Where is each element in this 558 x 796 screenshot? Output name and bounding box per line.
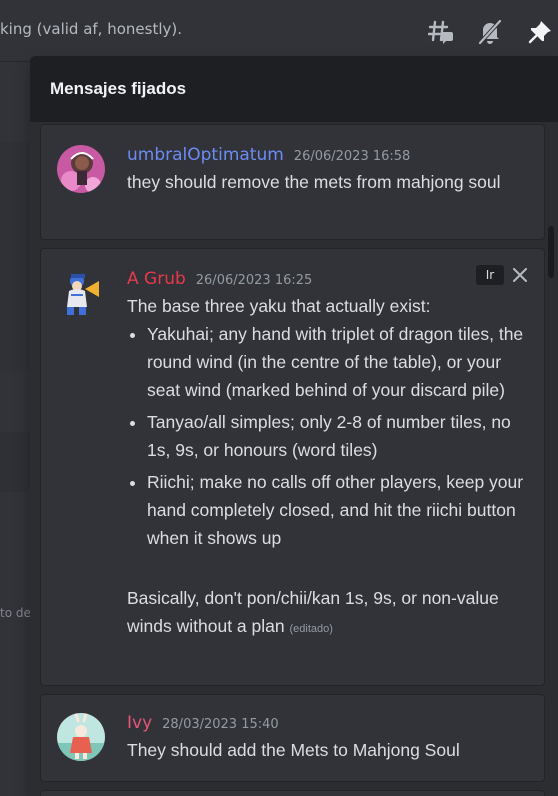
author-name[interactable]: umbralOptimatum bbox=[127, 145, 284, 165]
avatar[interactable] bbox=[57, 713, 105, 761]
pinned-message[interactable]: A Grub 26/06/2023 16:25 Ir The base thre… bbox=[40, 248, 545, 686]
background-message-highlight bbox=[0, 432, 30, 492]
message-content: The base three yaku that actually exist:… bbox=[127, 292, 526, 643]
popout-header: Mensajes fijados bbox=[30, 56, 558, 122]
list-item: Riichi; make no calls off other players,… bbox=[147, 468, 526, 552]
pinned-list[interactable]: umbralOptimatum 26/06/2023 16:58 they sh… bbox=[30, 122, 558, 796]
list-item: Tanyao/all simples; only 2-8 of number t… bbox=[147, 408, 526, 464]
avatar[interactable] bbox=[57, 269, 105, 317]
author-name[interactable]: Ivy bbox=[127, 713, 152, 733]
message-header: umbralOptimatum 26/06/2023 16:58 bbox=[127, 145, 410, 165]
message-content: they should remove the mets from mahjong… bbox=[127, 172, 501, 192]
message-header: A Grub 26/06/2023 16:25 bbox=[127, 269, 312, 289]
timestamp: 28/03/2023 15:40 bbox=[162, 717, 279, 732]
scrollbar-thumb[interactable] bbox=[548, 226, 554, 278]
threads-icon[interactable] bbox=[427, 18, 455, 46]
pinned-message[interactable]: Ivy 28/03/2023 15:40 They should add the… bbox=[40, 694, 545, 782]
timestamp: 26/06/2023 16:25 bbox=[195, 273, 313, 288]
message-header: Ivy 28/03/2023 15:40 bbox=[127, 713, 279, 733]
message-intro: The base three yaku that actually exist: bbox=[127, 296, 431, 316]
background-message-fragment: to de bbox=[0, 606, 31, 620]
pinned-messages-popout: Mensajes fijados umbralOptimatum 26/06/2… bbox=[30, 56, 558, 796]
bullet-list: Yakuhai; any hand with triplet of dragon… bbox=[127, 320, 526, 552]
background-message-highlight bbox=[0, 142, 30, 372]
pinned-message[interactable] bbox=[40, 790, 545, 796]
unpin-close-icon[interactable] bbox=[508, 263, 532, 287]
message-content: They should add the Mets to Mahjong Soul bbox=[127, 740, 460, 760]
edited-tag: (editado) bbox=[289, 623, 333, 635]
jump-button[interactable]: Ir bbox=[476, 265, 504, 285]
bell-slash-icon[interactable] bbox=[476, 18, 504, 46]
timestamp: 26/06/2023 16:58 bbox=[293, 149, 411, 164]
pin-icon[interactable] bbox=[526, 18, 554, 46]
channel-header: king (valid af, honestly). bbox=[0, 0, 558, 62]
channel-topic[interactable]: king (valid af, honestly). bbox=[0, 20, 182, 38]
pinned-message[interactable]: umbralOptimatum 26/06/2023 16:58 they sh… bbox=[40, 124, 545, 240]
message-outro: Basically, don't pon/chii/kan 1s, 9s, or… bbox=[127, 584, 526, 643]
channel-background bbox=[0, 62, 30, 796]
list-item: Yakuhai; any hand with triplet of dragon… bbox=[147, 320, 526, 404]
author-name[interactable]: A Grub bbox=[127, 269, 186, 289]
popout-title: Mensajes fijados bbox=[50, 79, 187, 98]
avatar[interactable] bbox=[57, 145, 105, 193]
